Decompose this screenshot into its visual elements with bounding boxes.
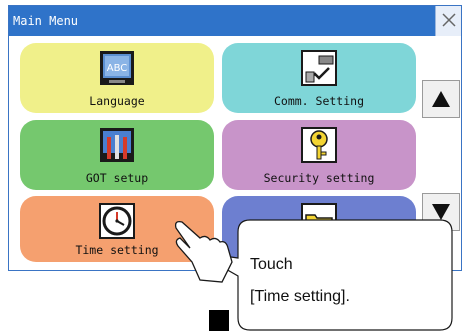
- callout-bubble: [195, 219, 453, 331]
- callout-line1: Touch: [250, 256, 293, 273]
- hand-pointer-icon: [174, 220, 233, 283]
- marker-square: [209, 310, 229, 331]
- callout-overlay: [174, 219, 453, 331]
- callout-line2: [Time setting].: [250, 288, 350, 305]
